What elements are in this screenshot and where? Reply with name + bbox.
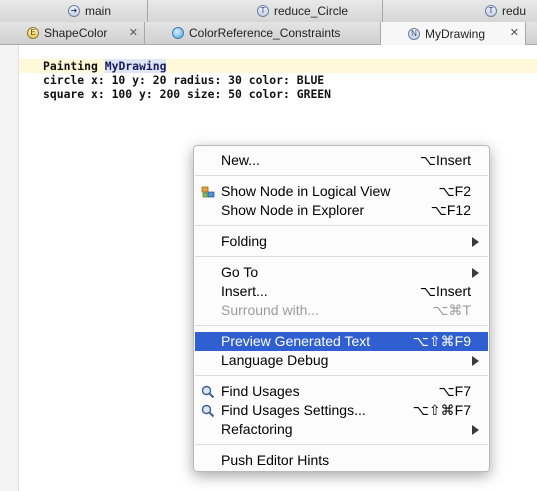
- menu-item-find-usages[interactable]: Find Usages ⌥F7: [195, 382, 488, 401]
- menu-item-label: Show Node in Explorer: [221, 202, 365, 218]
- menu-item-label: Insert...: [221, 283, 268, 299]
- tab-label: MyDrawing: [425, 26, 486, 41]
- menu-item-shortcut: ⌥⇧⌘F9: [412, 333, 471, 349]
- menu-item-label: Preview Generated Text: [221, 333, 371, 349]
- menu-item-push-editor-hints[interactable]: Push Editor Hints: [195, 451, 488, 470]
- arrow-circle-icon: ➜: [68, 5, 80, 17]
- logical-view-icon: [201, 186, 215, 198]
- menu-item-shortcut: ⌥F12: [430, 202, 471, 218]
- globe-icon: [172, 27, 184, 39]
- context-menu: New... ⌥Insert Show Node in Logical View…: [193, 145, 490, 472]
- tab-colorreference-constraints[interactable]: ColorReference_Constraints: [145, 22, 381, 44]
- code-line[interactable]: square x: 100 y: 200 size: 50 color: GRE…: [43, 87, 537, 101]
- code-content[interactable]: Painting MyDrawing circle x: 10 y: 20 ra…: [19, 59, 537, 101]
- close-icon[interactable]: ✕: [510, 27, 519, 39]
- menu-item-show-node-logical-view[interactable]: Show Node in Logical View ⌥F2: [195, 182, 488, 201]
- e-circle-icon: E: [27, 27, 39, 39]
- n-circle-icon: N: [408, 27, 420, 40]
- tab-main[interactable]: ➜ main: [0, 0, 148, 22]
- menu-item-go-to[interactable]: Go To: [195, 263, 488, 282]
- code-keyword: Painting: [43, 59, 98, 73]
- menu-separator: [195, 444, 488, 445]
- tab-reduce-truncated[interactable]: T redu: [383, 0, 537, 22]
- menu-item-label: Show Node in Logical View: [221, 183, 391, 199]
- code-line[interactable]: circle x: 10 y: 20 radius: 30 color: BLU…: [43, 73, 537, 87]
- menu-separator: [195, 375, 488, 376]
- tab-label: ColorReference_Constraints: [189, 26, 341, 40]
- menu-item-show-node-explorer[interactable]: Show Node in Explorer ⌥F12: [195, 201, 488, 220]
- close-icon[interactable]: ✕: [129, 27, 138, 39]
- menu-separator: [195, 175, 488, 176]
- menu-separator: [195, 325, 488, 326]
- menu-item-shortcut: ⌥F7: [438, 383, 471, 399]
- code-line[interactable]: Painting MyDrawing: [19, 59, 537, 73]
- menu-item-label: Find Usages: [221, 383, 300, 399]
- menu-item-shortcut: ⌥⇧⌘F7: [412, 402, 471, 418]
- menu-item-shortcut: ⌥Insert: [419, 152, 471, 168]
- editor-tab-row-1: ➜ main T reduce_Circle T redu: [0, 0, 537, 23]
- menu-separator: [195, 256, 488, 257]
- submenu-arrow-icon: [472, 356, 479, 366]
- menu-separator: [195, 225, 488, 226]
- menu-item-language-debug[interactable]: Language Debug: [195, 351, 488, 370]
- magnifier-icon: [201, 404, 215, 418]
- menu-item-preview-generated-text[interactable]: Preview Generated Text ⌥⇧⌘F9: [195, 332, 488, 351]
- tab-reduce-circle[interactable]: T reduce_Circle: [148, 0, 383, 22]
- submenu-arrow-icon: [472, 237, 479, 247]
- tab-label: ShapeColor: [44, 26, 108, 40]
- menu-item-find-usages-settings[interactable]: Find Usages Settings... ⌥⇧⌘F7: [195, 401, 488, 420]
- menu-item-label: Language Debug: [221, 352, 329, 368]
- menu-item-label: Find Usages Settings...: [221, 402, 366, 418]
- tab-label: redu: [502, 4, 527, 18]
- t-circle-icon: T: [257, 5, 269, 17]
- menu-item-label: Surround with...: [221, 302, 320, 318]
- menu-item-insert[interactable]: Insert... ⌥Insert: [195, 282, 488, 301]
- code-concept-name: MyDrawing: [104, 59, 167, 73]
- menu-item-refactoring[interactable]: Refactoring: [195, 420, 488, 439]
- tab-label: reduce_Circle: [274, 4, 349, 18]
- magnifier-icon: [201, 385, 215, 399]
- menu-item-shortcut: ⌥Insert: [419, 283, 471, 299]
- menu-item-label: Go To: [221, 264, 259, 280]
- tab-label: main: [85, 4, 112, 18]
- tab-shapecolor[interactable]: E ShapeColor ✕: [0, 22, 145, 44]
- menu-item-label: Refactoring: [221, 421, 293, 437]
- menu-item-label: Push Editor Hints: [221, 452, 330, 468]
- menu-item-folding[interactable]: Folding: [195, 232, 488, 251]
- menu-item-label: New...: [221, 152, 260, 168]
- menu-item-shortcut: ⌥F2: [438, 183, 471, 199]
- submenu-arrow-icon: [472, 268, 479, 278]
- t-circle-icon: T: [485, 5, 497, 17]
- submenu-arrow-icon: [472, 425, 479, 435]
- menu-item-shortcut: ⌥⌘T: [432, 302, 471, 318]
- editor-gutter[interactable]: [0, 45, 19, 491]
- editor-tab-row-2: E ShapeColor ✕ ColorReference_Constraint…: [0, 22, 537, 45]
- tab-mydrawing[interactable]: N MyDrawing ✕: [381, 22, 526, 45]
- menu-item-new[interactable]: New... ⌥Insert: [195, 151, 488, 170]
- menu-item-surround-with: Surround with... ⌥⌘T: [195, 301, 488, 320]
- menu-item-label: Folding: [221, 233, 267, 249]
